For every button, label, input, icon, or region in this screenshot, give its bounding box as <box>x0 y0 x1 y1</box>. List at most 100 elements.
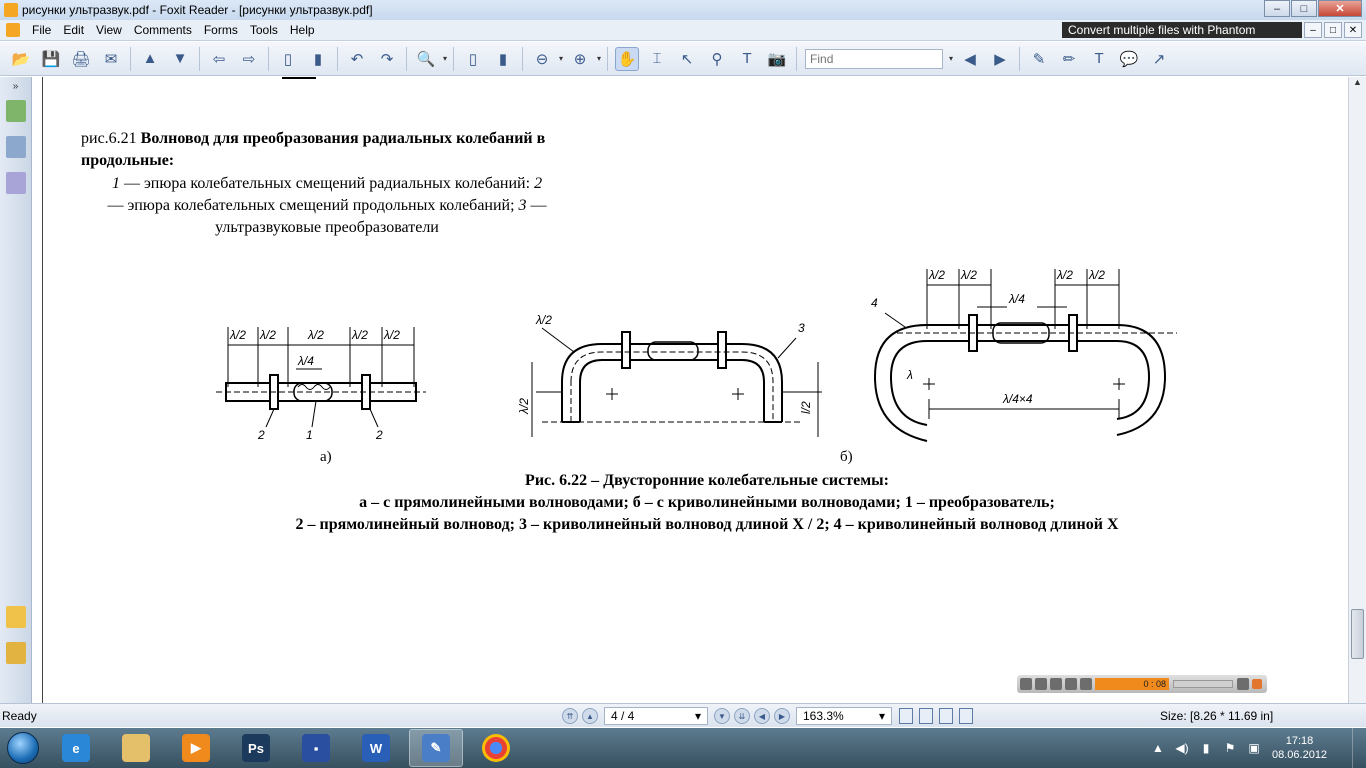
start-button[interactable] <box>0 728 46 768</box>
comment-tool-icon[interactable]: 💬 <box>1117 47 1141 71</box>
history-forward-icon[interactable]: ▶ <box>774 708 790 724</box>
prev-page-icon[interactable]: ▲ <box>582 708 598 724</box>
scrollbar-thumb[interactable] <box>1351 609 1364 659</box>
select-arrow-icon[interactable]: ↖ <box>675 47 699 71</box>
show-desktop-button[interactable] <box>1352 728 1366 768</box>
menu-comments[interactable]: Comments <box>128 23 198 37</box>
menu-help[interactable]: Help <box>284 23 321 37</box>
find-next-icon[interactable]: ▶ <box>988 47 1012 71</box>
play-icon[interactable] <box>1020 678 1032 690</box>
expand-panel-icon[interactable]: » <box>0 81 31 92</box>
zoom-icon[interactable]: 🔍 <box>414 47 438 71</box>
zoom-dropdown-icon[interactable]: ▾ <box>443 54 447 63</box>
pencil-tool-icon[interactable]: ✏ <box>1057 47 1081 71</box>
zoom-out-dropdown-icon[interactable]: ▾ <box>559 54 563 63</box>
print-icon[interactable]: 🖨 <box>69 47 93 71</box>
taskbar-photoshop[interactable]: Ps <box>229 729 283 767</box>
zoom-level-dropdown-icon[interactable]: ▾ <box>879 709 885 723</box>
forward-icon[interactable]: ⇨ <box>237 47 261 71</box>
taskbar-explorer[interactable] <box>109 729 163 767</box>
fit-page-icon[interactable]: ▯ <box>461 47 485 71</box>
media-minimize-icon[interactable] <box>1237 678 1249 690</box>
find-previous-icon[interactable]: ◀ <box>958 47 982 71</box>
menu-edit[interactable]: Edit <box>57 23 90 37</box>
taskbar-media[interactable]: ▶ <box>169 729 223 767</box>
continuous-view-icon[interactable] <box>919 708 933 724</box>
rotate-right-icon[interactable]: ▮ <box>306 47 330 71</box>
doc-close-button[interactable]: ✕ <box>1344 22 1362 38</box>
menu-tools[interactable]: Tools <box>244 23 284 37</box>
minimize-button[interactable]: – <box>1264 0 1290 17</box>
next-page-icon[interactable]: ▼ <box>168 47 192 71</box>
continuous-facing-view-icon[interactable] <box>959 708 973 724</box>
media-close-icon[interactable] <box>1252 679 1262 689</box>
zoom-in-icon[interactable]: ⊕ <box>568 47 592 71</box>
binoculars-icon[interactable]: ⚲ <box>705 47 729 71</box>
text-tool-icon[interactable]: T <box>1087 47 1111 71</box>
email-icon[interactable]: ✉ <box>99 47 123 71</box>
typewriter-icon[interactable]: T <box>735 47 759 71</box>
maximize-button[interactable]: □ <box>1291 0 1317 17</box>
previous-page-icon[interactable]: ▲ <box>138 47 162 71</box>
menu-view[interactable]: View <box>90 23 128 37</box>
zoom-in-dropdown-icon[interactable]: ▾ <box>597 54 601 63</box>
last-page-icon[interactable]: ⇊ <box>734 708 750 724</box>
taskbar-foxit[interactable]: ✎ <box>409 729 463 767</box>
facing-view-icon[interactable] <box>939 708 953 724</box>
redo-icon[interactable]: ↷ <box>375 47 399 71</box>
show-hidden-icons-icon[interactable]: ▲ <box>1151 741 1165 755</box>
pause-icon[interactable] <box>1035 678 1047 690</box>
network-icon[interactable]: ▮ <box>1199 741 1213 755</box>
open-icon[interactable]: 📂 <box>9 47 33 71</box>
menu-file[interactable]: File <box>26 23 57 37</box>
zoom-level-field[interactable]: 163.3% ▾ <box>796 707 892 725</box>
doc-minimize-button[interactable]: – <box>1304 22 1322 38</box>
zoom-out-icon[interactable]: ⊖ <box>530 47 554 71</box>
volume-icon[interactable]: ◀) <box>1175 741 1189 755</box>
phantom-promo-banner[interactable]: Convert multiple files with Phantom <box>1062 22 1302 38</box>
volume-slider[interactable] <box>1173 680 1233 688</box>
next-track-icon[interactable] <box>1080 678 1092 690</box>
menu-forms[interactable]: Forms <box>198 23 244 37</box>
rotate-icon[interactable]: ▯ <box>276 47 300 71</box>
page-dropdown-icon[interactable]: ▾ <box>695 709 701 723</box>
language-icon[interactable]: ▣ <box>1247 741 1261 755</box>
comments-panel-icon[interactable] <box>6 606 26 628</box>
close-button[interactable]: ✕ <box>1318 0 1362 17</box>
back-icon[interactable]: ⇦ <box>207 47 231 71</box>
doc-restore-button[interactable]: □ <box>1324 22 1342 38</box>
hand-tool-icon[interactable]: ✋ <box>615 46 640 71</box>
attachments-icon[interactable] <box>6 642 26 664</box>
next-page-nav-icon[interactable]: ▼ <box>714 708 730 724</box>
previous-track-icon[interactable] <box>1065 678 1077 690</box>
history-back-icon[interactable]: ◀ <box>754 708 770 724</box>
stop-icon[interactable] <box>1050 678 1062 690</box>
taskbar-word[interactable]: W <box>349 729 403 767</box>
action-center-icon[interactable]: ⚑ <box>1223 741 1237 755</box>
pages-icon[interactable] <box>6 136 26 158</box>
fit-width-icon[interactable]: ▮ <box>491 47 515 71</box>
snapshot-icon[interactable]: 📷 <box>765 47 789 71</box>
undo-icon[interactable]: ↶ <box>345 47 369 71</box>
save-icon[interactable]: 💾 <box>39 47 63 71</box>
first-page-icon[interactable]: ⇈ <box>562 708 578 724</box>
clock[interactable]: 17:18 08.06.2012 <box>1272 734 1327 762</box>
taskbar-save[interactable]: ▪ <box>289 729 343 767</box>
page-number-field[interactable]: 4 / 4 ▾ <box>604 707 708 725</box>
find-input[interactable] <box>805 48 944 69</box>
scroll-up-arrow-icon[interactable]: ▲ <box>1349 77 1366 93</box>
select-text-icon[interactable]: ⌶ <box>645 47 669 71</box>
vertical-scrollbar[interactable]: ▲ <box>1348 77 1366 703</box>
taskbar-chrome[interactable] <box>469 729 523 767</box>
find-dropdown-icon[interactable]: ▾ <box>949 54 953 63</box>
bookmarks-icon[interactable] <box>6 100 26 122</box>
document-icon[interactable] <box>6 23 20 37</box>
document-view[interactable]: рис.6.21 Волновод для преобразования рад… <box>32 77 1348 703</box>
foxit-app-icon[interactable] <box>4 3 18 17</box>
layers-icon[interactable] <box>6 172 26 194</box>
media-player-bar[interactable]: 0 : 08 <box>1017 675 1267 693</box>
single-page-view-icon[interactable] <box>899 708 913 724</box>
arrow-tool-icon[interactable]: ↗ <box>1147 47 1171 71</box>
note-tool-icon[interactable]: ✎ <box>1027 47 1051 71</box>
taskbar-ie[interactable]: e <box>49 729 103 767</box>
